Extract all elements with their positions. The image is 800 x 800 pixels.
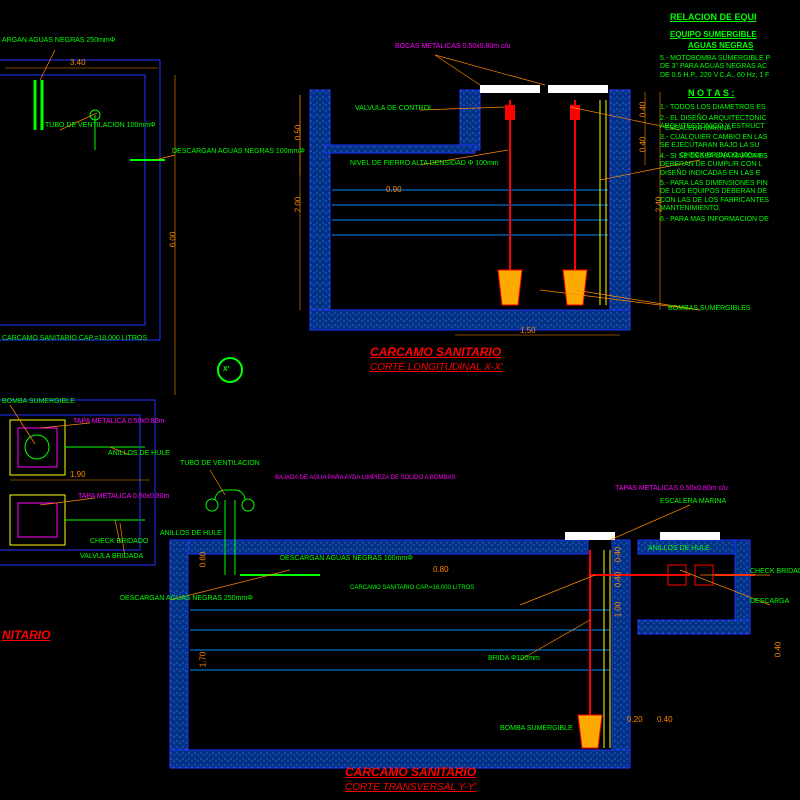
label-carcamo-cap2: CARCAMO SANITARIO CAP.=16,000 LITROS [350,585,474,591]
label-anillos: ANILLOS DE HULE [108,450,170,457]
label-bajada: BAJADA DE AGUA PARA AYDA LIMPIEZA DE SOL… [275,475,456,481]
label-descargan3: DESCARGAN AGUAS NEGRAS 100mmΦ [280,555,413,562]
dim-yy-060: 0.60 [198,552,207,568]
section-xx [310,85,630,330]
dim-xx-040a: 0.40 [638,102,647,118]
note-3: 3.- CUALQUIER CAMBIO EN LAS SE EJECUTARA… [660,134,767,151]
label-valv-ctrl: VALVULA DE CONTROL [355,105,433,112]
section-marker-x [218,358,242,382]
dim-yy-170: 1.70 [198,652,207,668]
label-descarga-r: DESCARGA [750,598,789,605]
note-4: 4.- SI SE DESEA UNA MARCA ES DEBERAN DE … [660,153,768,178]
label-descargan-top: ARGAN AGUAS NEGRAS 250mmΦ [2,37,115,44]
label-tubo-vent2: TUBO DE VENTILACION [180,460,260,467]
dim-yy-040a: 0.40 [613,547,622,563]
dim-xx-200: 2.00 [293,197,302,213]
dim-yy-100: 1.00 [613,602,622,618]
label-anillos2: ANILLOS DE HULE [160,530,222,537]
equip-sub2: AGUAS NEGRAS [688,41,753,50]
title-yy-1: CARCAMO SANITARIO [345,765,476,779]
dim-xx-050: 0.50 [293,125,302,141]
label-check: CHECK BRIDADO [90,538,148,545]
label-anillos3: ANILLOS DE HULE [648,545,710,552]
label-descargan250: DESCARGAN AGUAS NEGRAS 250mmΦ [120,595,253,602]
dim-yy-040d: 0.40 [773,642,782,658]
marker-x: X' [223,366,229,373]
cad-drawing-viewport: ARGAN AGUAS NEGRAS 250mmΦ 3.40 TUBO DE V… [0,0,800,800]
notas-header: N O T A S : [688,88,734,98]
dim-xx-040b: 0.40 [638,137,647,153]
dim-340: 3.40 [70,58,86,67]
title-xx-2: CORTE LONGITUDINAL X-X' [370,362,503,373]
dim-yy-080: 0.80 [433,565,449,574]
label-brida: BRIDA Φ100mm [488,655,540,662]
label-check3: CHECK BRIDADO [750,568,800,575]
section-yy [170,490,755,768]
label-tapas: TAPAS METALICAS 0.50x0.80m c/u [615,485,728,492]
equip-header: RELACION DE EQUI [670,12,757,22]
label-bomba: BOMBA SUMERGIBLE [2,398,75,405]
dim-600: 6.00 [168,232,177,248]
equip-sub1: EQUIPO SUMERGIBLE [670,30,757,39]
label-bomba-sum2: BOMBA SUMERGIBLE [500,725,573,732]
dim-xx-150: 1.50 [520,326,536,335]
label-carcamo-cap: CARCAMO SANITARIO CAP.=18,000 LITROS [2,335,147,342]
plan-view [0,60,165,565]
label-tubo-vent: TUBO DE VENTILACION 100mmΦ [45,122,156,129]
equip-item: 5.- MOTOBOMBA SUMERGIBLE P DE 3" PARA AG… [660,55,770,80]
dim-xx-090: 0.90 [386,185,402,194]
dim-yy-040b: 0.40 [613,572,622,588]
note-5: 5.- PARA LAS DIMENSIONES FIN DE LOS EQUI… [660,180,769,214]
label-tapa2: TAPA METALICA 0.50x0.80m [78,493,169,500]
dim-190: 1.90 [70,470,86,479]
label-bocas: BOCAS METALICAS 0.50x0.80m c/u [395,43,510,50]
note-1: 1.- TODOS LOS DIAMETROS ES [660,104,766,112]
title-xx-1: CARCAMO SANITARIO [370,345,501,359]
label-descargan-mid: DESCARGAN AGUAS NEGRAS 100mmΦ [172,148,305,155]
label-valvula-brid: VALVULA BRIDADA [80,553,143,560]
dim-yy-020: 0.20 [627,715,643,724]
label-tapa: TAPA METALICA 0.50x0.80m [73,418,164,425]
label-escalera2: ESCALERA MARINA [660,498,726,505]
note-2: 2.- EL DISEÑO ARQUITECTONIC ARQUITECTONI… [660,115,767,132]
dim-yy-040c: 0.40 [657,715,673,724]
title-plan: NITARIO [2,628,50,642]
title-yy-2: CORTE TRANSVERSAL Y-Y' [345,782,476,793]
label-bombas-sum: BOMBAS SUMERGIBLES [668,305,750,312]
label-alta-dens: NIVEL DE FIERRO ALTA DENSIDAD Φ 100mm [350,160,499,167]
note-6: 6.- PARA MAS INFORMACION DE [660,216,769,224]
